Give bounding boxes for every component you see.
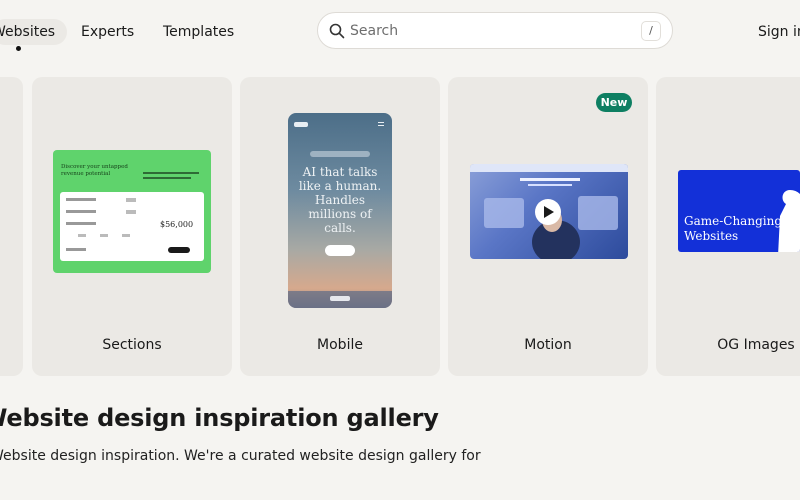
category-card-partial-left[interactable] (0, 77, 23, 376)
mobile-preview-headline: AI that talks like a human. Handles mill… (298, 165, 382, 235)
page-subtitle: Website design inspiration. We're a cura… (0, 448, 481, 464)
category-label-mobile: Mobile (317, 337, 363, 353)
tab-websites[interactable]: Websites (0, 19, 68, 45)
tab-websites-label: Websites (0, 24, 56, 40)
search-bar[interactable]: / (317, 12, 673, 49)
sections-preview-headline: Discover your untapped revenue potential (61, 164, 128, 177)
sections-preview-panel: $56,000 (60, 192, 204, 261)
mobile-preview-pill (310, 151, 370, 157)
tab-experts[interactable]: Experts (81, 19, 134, 45)
mobile-preview-topbar (294, 122, 384, 127)
play-icon (544, 206, 554, 218)
page-heading: Website design inspiration gallery (0, 404, 439, 432)
category-label-motion: Motion (524, 337, 572, 353)
sections-preview-cta (168, 247, 190, 253)
category-label-og-images: OG Images (717, 337, 795, 353)
new-badge: New (596, 93, 632, 112)
og-headline-line2: Websites (684, 229, 739, 243)
tab-templates[interactable]: Templates (163, 19, 234, 45)
search-input[interactable] (350, 13, 620, 48)
tab-experts-label: Experts (81, 24, 135, 40)
search-icon (329, 23, 345, 39)
sign-in-link[interactable]: Sign in (758, 19, 800, 45)
mobile-preview-button (325, 245, 355, 256)
sections-preview-decoration (143, 172, 199, 179)
mobile-preview-footer (288, 291, 392, 308)
play-button[interactable] (535, 199, 561, 225)
og-headline-line1: Game-Changing (684, 214, 782, 228)
category-label-sections: Sections (102, 337, 162, 353)
sections-preview-amount: $56,000 (160, 220, 194, 229)
active-tab-indicator (16, 46, 21, 51)
og-preview-figure (778, 190, 800, 252)
mobile-preview-image: AI that talks like a human. Handles mill… (288, 113, 392, 308)
sections-preview-image: Discover your untapped revenue potential… (53, 150, 211, 273)
sections-preview-form (66, 198, 136, 251)
og-preview-headline: Game-Changing Websites (684, 214, 782, 244)
og-preview-image: Game-Changing Websites (678, 170, 800, 252)
tab-templates-label: Templates (163, 24, 235, 40)
search-shortcut-key: / (641, 21, 661, 41)
